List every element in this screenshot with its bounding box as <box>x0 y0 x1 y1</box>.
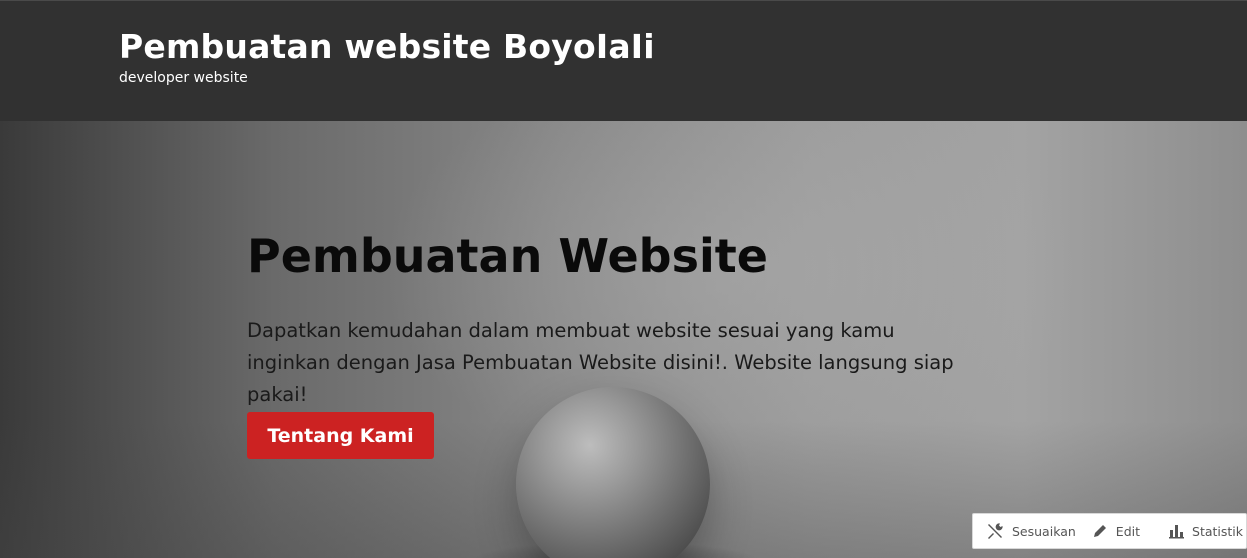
edit-label: Edit <box>1115 523 1141 539</box>
admin-toolbar: Sesuaikan Edit Statistik <box>972 513 1247 549</box>
pencil-icon <box>1093 525 1106 537</box>
customize-label: Sesuaikan <box>1012 523 1076 539</box>
about-us-button[interactable]: Tentang Kami <box>247 412 434 459</box>
bar-chart-icon <box>1169 525 1185 539</box>
site-header: Pembuatan website BoyoIaIi developer web… <box>0 0 1247 121</box>
site-tagline: developer website <box>119 70 248 86</box>
edit-button[interactable]: Edit <box>1092 514 1140 548</box>
hero-title: Pembuatan Website <box>247 229 768 283</box>
site-title[interactable]: Pembuatan website BoyoIaIi <box>119 27 655 66</box>
tools-icon <box>988 523 1003 539</box>
hero-description: Dapatkan kemudahan dalam membuat website… <box>247 319 954 406</box>
customize-button[interactable]: Sesuaikan <box>986 514 1076 548</box>
stats-button[interactable]: Statistik <box>1168 514 1243 548</box>
hero-section: Pembuatan Website Dapatkan kemudahan dal… <box>0 121 1247 558</box>
stats-label: Statistik <box>1192 523 1244 539</box>
